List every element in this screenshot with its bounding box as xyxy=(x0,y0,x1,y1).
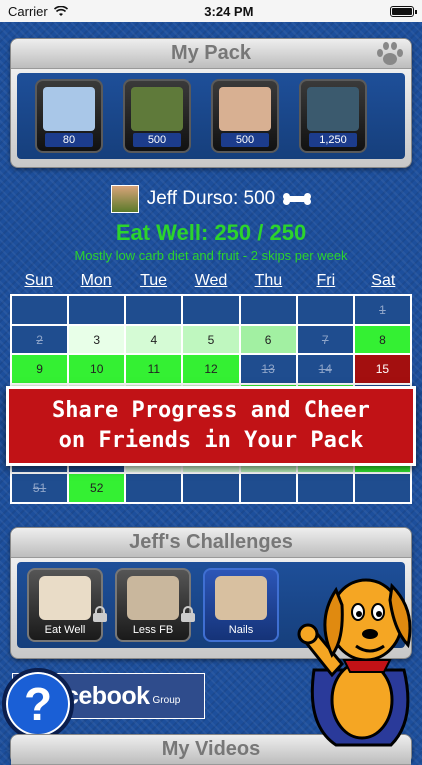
calendar-day xyxy=(297,474,353,502)
wifi-icon xyxy=(53,5,68,16)
challenge-photo xyxy=(39,576,91,620)
challenge-label: Less FB xyxy=(132,624,174,636)
calendar-day xyxy=(126,474,182,502)
facebook-sub: Group xyxy=(152,694,181,706)
weekday-label: Sat xyxy=(371,272,396,289)
goal-title: Eat Well: 250 / 250 xyxy=(115,220,307,245)
bone-icon xyxy=(283,193,312,205)
my-pack-title: My Pack xyxy=(170,42,252,64)
promo-banner: Share Progress and Cheer on Friends in Y… xyxy=(6,386,416,466)
friend-card[interactable]: 80 xyxy=(35,79,103,153)
calendar-day[interactable]: 6 xyxy=(240,325,296,354)
friend-photo xyxy=(43,87,95,131)
calendar-day[interactable]: 10 xyxy=(69,355,125,384)
friend-card[interactable]: 1,250 xyxy=(299,79,367,153)
status-left: Carrier xyxy=(8,4,68,19)
friend-photo xyxy=(307,87,359,131)
calendar-day[interactable]: 8 xyxy=(354,325,410,354)
dog-mascot-icon xyxy=(297,578,412,747)
calendar-day[interactable]: 9 xyxy=(12,355,68,384)
my-pack-panel: My Pack 80 500 500 1,250 xyxy=(10,38,412,168)
challenge-photo xyxy=(127,576,179,620)
calendar-day xyxy=(69,296,125,324)
weekday-label: Sun xyxy=(24,272,53,289)
calendar-day[interactable]: 4 xyxy=(126,325,182,354)
weekday-label: Wed xyxy=(194,272,228,289)
calendar-day xyxy=(12,296,68,324)
weekday-label: Mon xyxy=(80,272,112,289)
friend-photo xyxy=(131,87,183,131)
calendar-day[interactable]: 2 xyxy=(12,325,68,354)
status-time: 3:24 PM xyxy=(204,3,254,19)
calendar-day[interactable]: 11 xyxy=(126,355,182,384)
challenge-card[interactable]: Eat Well xyxy=(27,568,107,642)
challenge-label: Eat Well xyxy=(44,624,86,636)
weekday-label: Tue xyxy=(140,272,168,289)
calendar-day xyxy=(240,296,296,324)
friends-row[interactable]: 80 500 500 1,250 xyxy=(17,73,405,159)
challenges-header: Jeff's Challenges xyxy=(11,528,411,558)
challenge-card[interactable]: Less FB xyxy=(115,568,195,642)
calendar-day[interactable]: 14 xyxy=(297,355,353,384)
calendar-day xyxy=(126,296,182,324)
calendar-day[interactable]: 1 xyxy=(354,296,410,324)
weekday-label: Thu xyxy=(254,272,283,289)
friend-card[interactable]: 500 xyxy=(123,79,191,153)
help-icon: ? xyxy=(23,678,53,730)
banner-line-2: on Friends in Your Pack xyxy=(58,428,364,453)
challenges-title: Jeff's Challenges xyxy=(129,531,293,553)
banner-line-1: Share Progress and Cheer xyxy=(52,398,370,423)
calendar-day[interactable]: 7 xyxy=(297,325,353,354)
paw-icon[interactable] xyxy=(377,42,403,66)
friend-score: 500 xyxy=(221,133,269,147)
calendar-day[interactable]: 13 xyxy=(240,355,296,384)
avatar[interactable] xyxy=(110,185,139,213)
battery-icon xyxy=(390,5,417,17)
profile-name-score: Jeff Durso: 500 xyxy=(146,188,276,209)
friend-score: 500 xyxy=(133,133,181,147)
carrier-label: Carrier xyxy=(8,3,48,19)
friend-photo xyxy=(219,87,271,131)
status-bar: Carrier 3:24 PM xyxy=(0,0,422,22)
calendar-day xyxy=(183,296,239,324)
challenge-label: Nails xyxy=(228,624,254,636)
challenge-card[interactable]: Nails xyxy=(203,568,279,642)
lock-icon xyxy=(93,606,107,622)
calendar-day[interactable]: 52 xyxy=(69,474,125,502)
facebook-text: cebook xyxy=(65,681,150,710)
my-pack-header: My Pack xyxy=(11,39,411,69)
calendar-day xyxy=(354,474,410,502)
weekday-header: Sun Mon Tue Wed Thu Fri Sat xyxy=(10,272,412,290)
weekday-label: Fri xyxy=(316,272,336,289)
calendar-day xyxy=(297,296,353,324)
goal-subtitle: Mostly low carb diet and fruit - 2 skips… xyxy=(74,248,348,263)
calendar-day[interactable]: 3 xyxy=(69,325,125,354)
calendar-day[interactable]: 12 xyxy=(183,355,239,384)
profile-row: Jeff Durso: 500 xyxy=(0,185,422,213)
friend-score: 1,250 xyxy=(309,133,357,147)
calendar-day xyxy=(183,474,239,502)
challenge-photo xyxy=(215,576,267,620)
calendar-day xyxy=(240,474,296,502)
help-button[interactable]: ? xyxy=(2,668,74,740)
calendar-day[interactable]: 15 xyxy=(354,355,410,384)
friend-card[interactable]: 500 xyxy=(211,79,279,153)
lock-icon xyxy=(181,606,195,622)
friend-score: 80 xyxy=(45,133,93,147)
calendar-day[interactable]: 5 xyxy=(183,325,239,354)
calendar-day[interactable]: 51 xyxy=(12,474,68,502)
